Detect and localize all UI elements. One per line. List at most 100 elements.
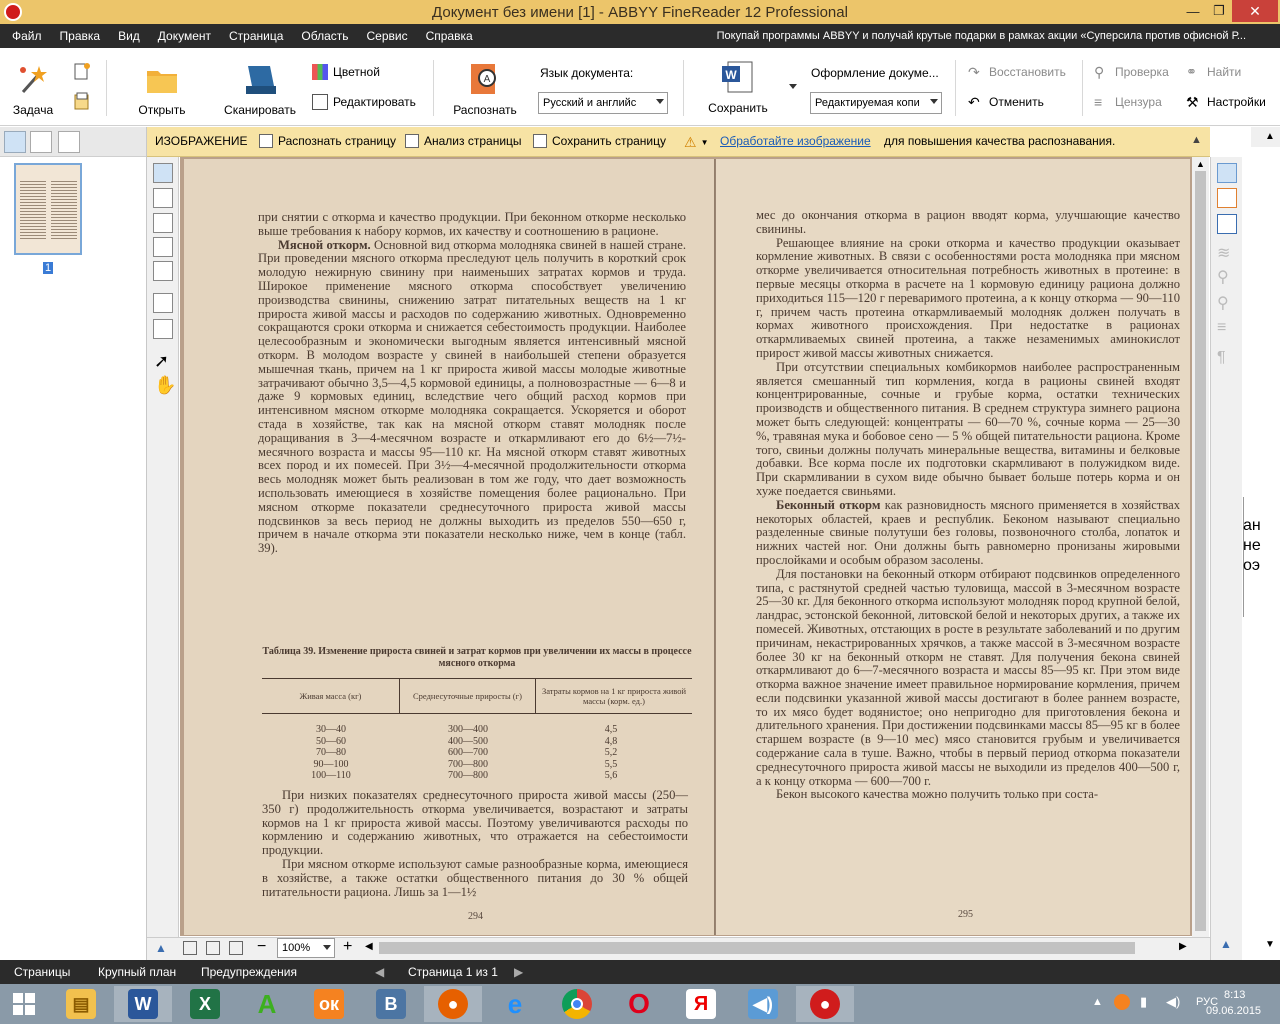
- volume-icon[interactable]: ◀): [1166, 994, 1180, 1010]
- format-select[interactable]: Редактируемая копи: [810, 92, 942, 114]
- image-bar-collapse-icon[interactable]: ▲: [1191, 134, 1202, 146]
- speaker-app-icon[interactable]: ◀): [734, 986, 792, 1022]
- scroll-right-icon[interactable]: ▶: [1179, 941, 1187, 952]
- odnoklassniki-icon[interactable]: ок: [300, 986, 358, 1022]
- recognize-label: Распознать: [453, 103, 517, 117]
- yandex-icon[interactable]: Я: [672, 986, 730, 1022]
- menu-page[interactable]: Страница: [220, 29, 292, 43]
- zoom-in-button[interactable]: +: [343, 938, 352, 956]
- open-image-icon[interactable]: [72, 92, 92, 112]
- process-image-link[interactable]: Обработайте изображение: [720, 134, 871, 148]
- collapse-up-icon[interactable]: ▲: [1220, 937, 1232, 951]
- save-button[interactable]: W Сохранить: [700, 60, 776, 115]
- scrollbar-thumb[interactable]: [1195, 171, 1206, 931]
- next-page-icon[interactable]: ▶: [514, 965, 523, 979]
- file-explorer-icon[interactable]: ▤: [52, 986, 110, 1022]
- vkontakte-icon[interactable]: В: [362, 986, 420, 1022]
- warnings-tab[interactable]: Предупреждения: [201, 965, 297, 979]
- censor-button[interactable]: ≡ Цензура: [1094, 94, 1162, 110]
- picture-area-icon[interactable]: [153, 188, 173, 208]
- menu-file[interactable]: Файл: [0, 29, 51, 43]
- settings-button[interactable]: ⚒ Настройки: [1186, 94, 1266, 110]
- text-panel-icon[interactable]: [1217, 188, 1237, 208]
- maximize-button[interactable]: ❐: [1208, 0, 1230, 22]
- finereader-icon[interactable]: ●: [796, 986, 854, 1022]
- clock-time[interactable]: 8:13: [1224, 989, 1245, 1001]
- warning-dropdown[interactable]: ⚠ ▼: [684, 134, 708, 151]
- menu-service[interactable]: Сервис: [358, 29, 417, 43]
- promo-text[interactable]: Покупай программы ABBYY и получай крутые…: [717, 30, 1246, 42]
- text-picture-area-icon[interactable]: [153, 213, 173, 233]
- internet-explorer-icon[interactable]: e: [486, 986, 544, 1022]
- tray-app-icon[interactable]: [1114, 994, 1130, 1010]
- verification-icon[interactable]: ≋: [1217, 243, 1237, 263]
- recognize-button[interactable]: A Распознать: [450, 62, 520, 117]
- clock-date[interactable]: 09.06.2015: [1206, 1005, 1261, 1017]
- save-options-chevron-icon[interactable]: [789, 84, 797, 89]
- edit-image-button[interactable]: Редактировать: [312, 94, 416, 110]
- windows-start-icon[interactable]: [0, 986, 48, 1022]
- replace-icon[interactable]: ⚲: [1217, 293, 1237, 313]
- chrome-icon[interactable]: [548, 986, 606, 1022]
- horizontal-scrollbar-thumb[interactable]: [379, 942, 1135, 954]
- minimize-button[interactable]: —: [1178, 0, 1208, 22]
- text-area-icon[interactable]: [153, 163, 173, 183]
- table-area-icon[interactable]: [153, 237, 173, 257]
- table-cell: 5,2: [604, 747, 618, 758]
- scroll-up-icon[interactable]: ▲: [1196, 159, 1205, 169]
- menu-edit[interactable]: Правка: [51, 29, 110, 43]
- tray-up-icon[interactable]: ▲: [1092, 996, 1103, 1008]
- menu-help[interactable]: Справка: [417, 29, 482, 43]
- save-page-button[interactable]: Сохранить страницу: [533, 134, 666, 148]
- firefox-icon[interactable]: ●: [424, 986, 482, 1022]
- scan-button[interactable]: Сканировать: [220, 62, 300, 117]
- image-panel-icon[interactable]: [1217, 163, 1237, 183]
- menu-document[interactable]: Документ: [149, 29, 220, 43]
- order-areas-icon[interactable]: [153, 319, 173, 339]
- page-properties-icon[interactable]: [58, 131, 80, 153]
- search-icon[interactable]: ⚲: [1217, 267, 1237, 287]
- hand-icon[interactable]: ✋: [154, 375, 176, 396]
- task-button[interactable]: Задача: [10, 62, 56, 117]
- vertical-scrollbar[interactable]: ▲: [1192, 157, 1209, 937]
- pages-tab[interactable]: Страницы: [14, 965, 70, 979]
- list-icon[interactable]: ≡: [1217, 319, 1237, 339]
- zoom-out-button[interactable]: −: [257, 938, 266, 956]
- menu-area[interactable]: Область: [292, 29, 357, 43]
- zoom-panel-icon[interactable]: [1217, 214, 1237, 234]
- find-button[interactable]: ⚭ Найти: [1186, 64, 1241, 80]
- details-view-icon[interactable]: [30, 131, 52, 153]
- check-button[interactable]: ⚲ Проверка: [1094, 64, 1169, 80]
- thumbnails-view-icon[interactable]: [4, 131, 26, 153]
- background-area-icon[interactable]: [153, 261, 173, 281]
- new-document-icon[interactable]: [72, 62, 92, 82]
- fit-width-icon[interactable]: [206, 941, 220, 955]
- main-toolbar: Задача Открыть Сканировать Цветной Редак…: [0, 48, 1280, 126]
- scroll-left-icon[interactable]: ◀: [365, 941, 373, 952]
- open-button[interactable]: Открыть: [132, 62, 192, 117]
- prev-page-icon[interactable]: ◀: [375, 965, 384, 979]
- language-select[interactable]: Русский и английс: [538, 92, 668, 114]
- excel-icon[interactable]: X: [176, 986, 234, 1022]
- delete-area-icon[interactable]: [153, 293, 173, 313]
- fit-height-icon[interactable]: [229, 941, 243, 955]
- network-icon[interactable]: ▮: [1140, 994, 1147, 1010]
- collapse-up-icon[interactable]: ▲: [155, 941, 167, 955]
- cursor-icon[interactable]: ➚: [154, 351, 169, 372]
- page-thumbnail[interactable]: [14, 163, 82, 255]
- undo-button[interactable]: ↶ Отменить: [968, 94, 1044, 110]
- menu-view[interactable]: Вид: [109, 29, 149, 43]
- color-mode-button[interactable]: Цветной: [312, 64, 380, 80]
- closeup-tab[interactable]: Крупный план: [98, 965, 176, 979]
- fit-page-icon[interactable]: [183, 941, 197, 955]
- word-icon[interactable]: W: [114, 986, 172, 1022]
- analyze-page-button[interactable]: Анализ страницы: [405, 134, 522, 148]
- app-a-icon[interactable]: A: [238, 986, 296, 1022]
- pilcrow-icon[interactable]: ¶: [1217, 349, 1237, 369]
- restore-button[interactable]: ↷ Восстановить: [968, 64, 1066, 80]
- opera-icon[interactable]: O: [610, 986, 668, 1022]
- binoculars-icon: ⚭: [1186, 64, 1197, 79]
- recognize-page-button[interactable]: Распознать страницу: [259, 134, 396, 148]
- zoom-select[interactable]: 100%: [277, 938, 335, 958]
- close-button[interactable]: ✕: [1232, 0, 1278, 22]
